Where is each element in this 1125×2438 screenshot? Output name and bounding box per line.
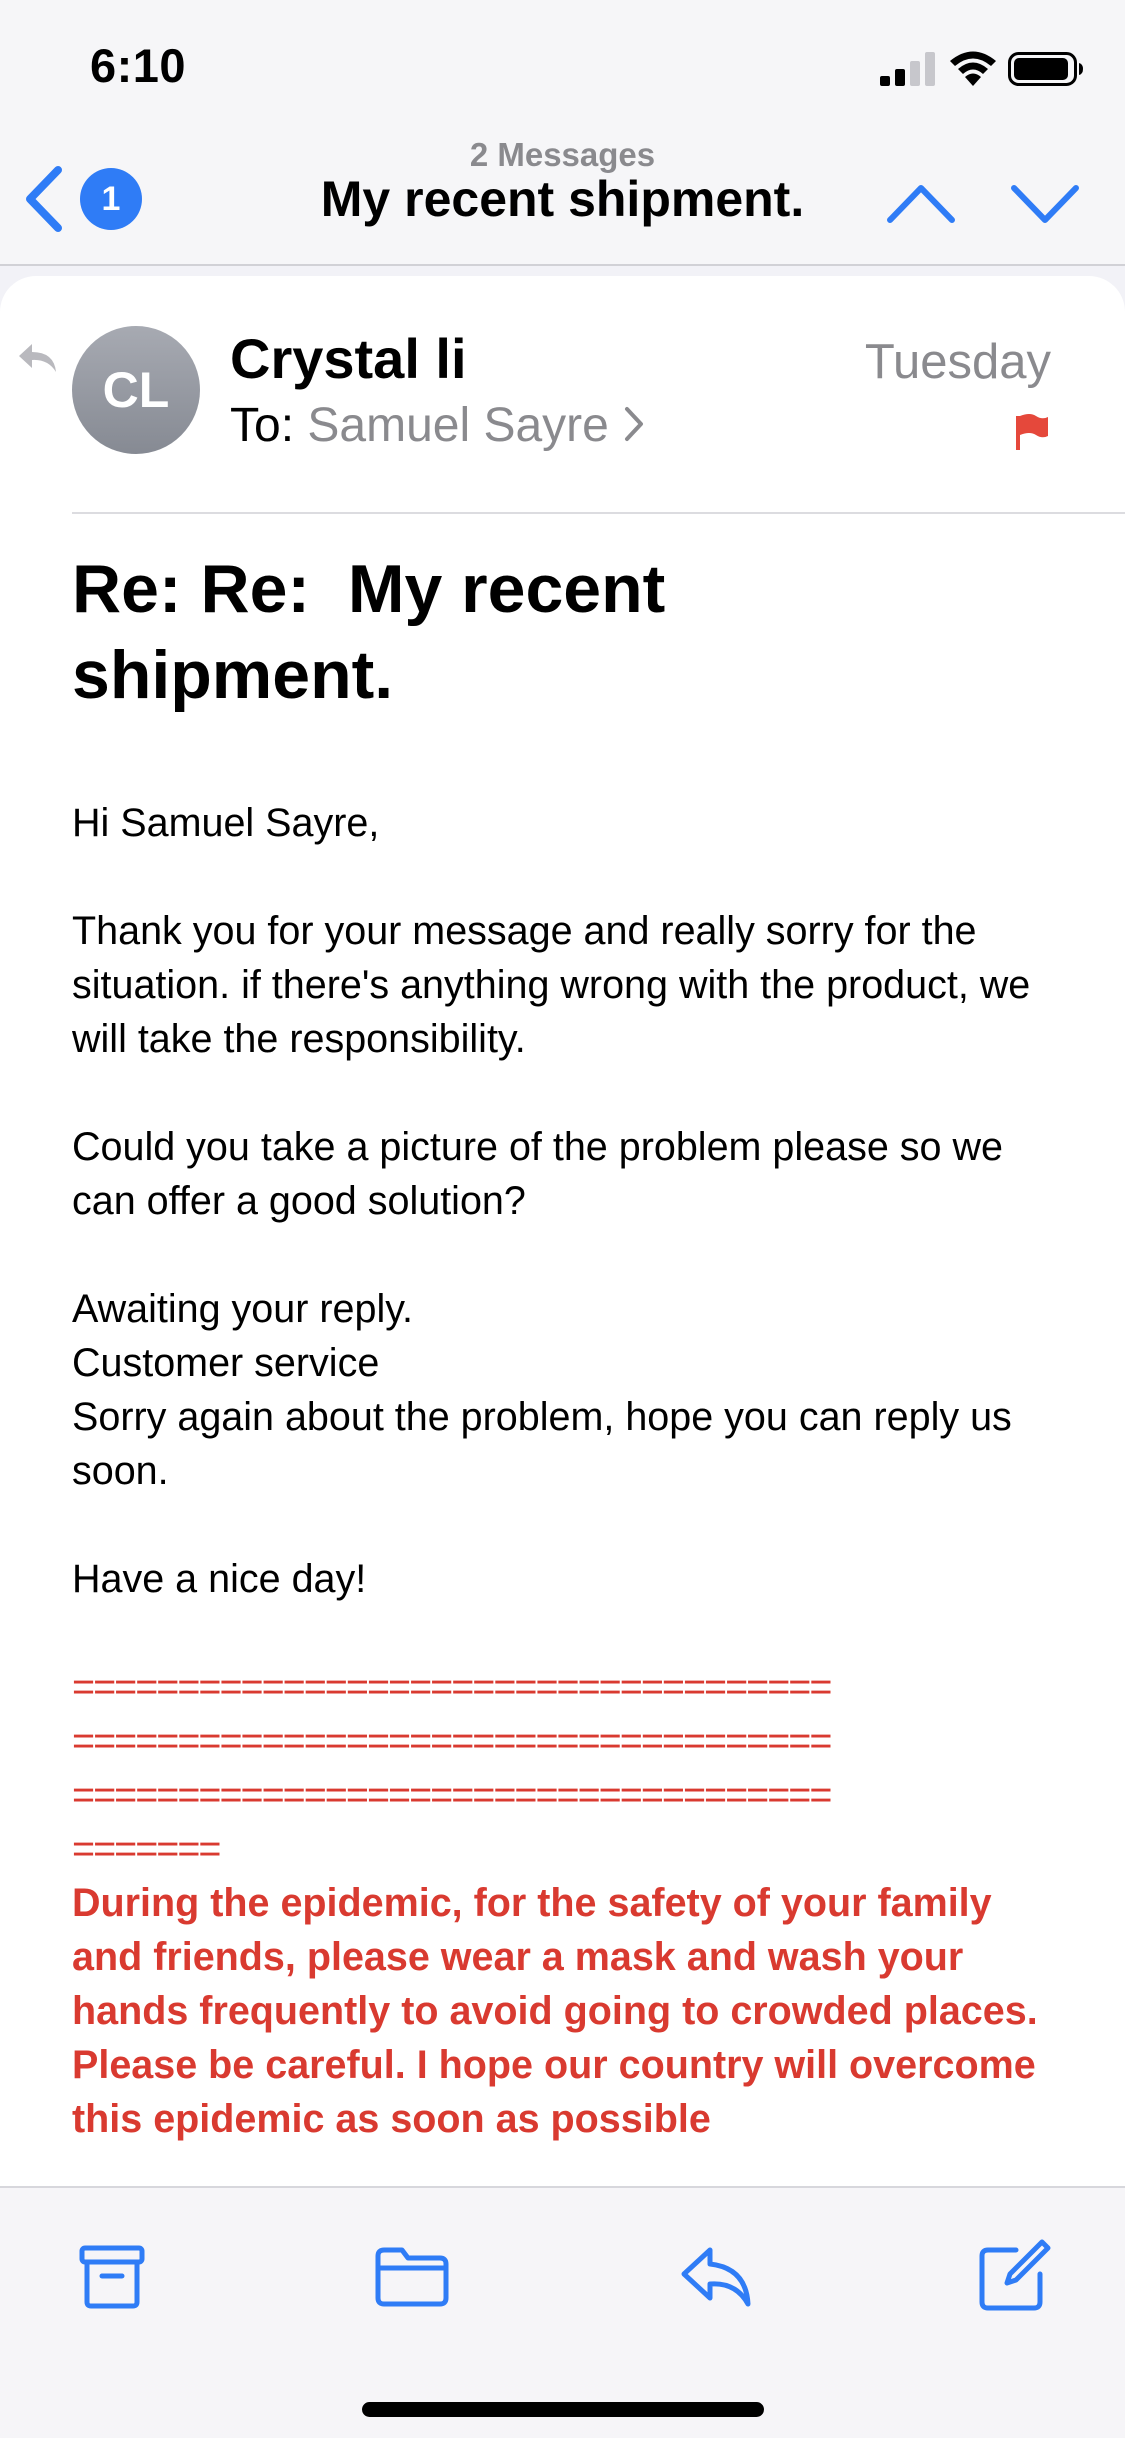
body-line: Sorry again about the problem, hope you … [72,1395,1012,1493]
status-time: 6:10 [90,39,187,92]
greeting: Hi Samuel Sayre, [72,801,380,845]
wifi-icon [950,51,996,86]
body-paragraph: Thank you for your message and really so… [72,909,1031,1061]
flag-icon [1016,414,1048,450]
sender-name[interactable]: Crystal li [230,326,467,391]
recipient-row[interactable]: To: Samuel Sayre [230,398,645,453]
body-paragraph: Could you take a picture of the problem … [72,1125,1003,1223]
epidemic-note: During the epidemic, for the safety of y… [72,1881,1038,2141]
message-card: CL Crystal li To: Samuel Sayre Tuesday R… [0,276,1125,2186]
compose-icon[interactable] [974,2236,1054,2316]
home-indicator[interactable] [362,2402,764,2417]
body-line: Customer service [72,1341,380,1385]
separator-line: ==================================== [72,1773,832,1817]
sign-off: Have a nice day! [72,1557,367,1601]
chevron-right-icon [624,407,643,442]
thread-title: My recent shipment. [320,171,805,227]
header-divider [72,512,1125,514]
message-body: Hi Samuel Sayre, Thank you for your mess… [72,796,1072,2146]
nav-bar: 1 2 Messages My recent shipment. [0,132,1125,266]
message-date: Tuesday [864,335,1051,389]
recipient-name[interactable]: Samuel Sayre [307,399,608,452]
avatar[interactable]: CL [72,326,200,454]
separator-line: ======= [72,1827,221,1871]
message-count: 2 Messages [469,136,656,173]
archive-icon[interactable] [72,2236,152,2316]
reply-icon[interactable] [676,2236,756,2316]
separator-line: ==================================== [72,1719,832,1763]
chevron-down-icon[interactable] [1010,168,1080,238]
folder-icon[interactable] [372,2236,452,2316]
message-subject: Re: Re: My recent shipment. [72,551,685,713]
bottom-toolbar [0,2186,1125,2438]
body-line: Awaiting your reply. [72,1287,414,1331]
cellular-signal-icon [880,52,935,86]
separator-line: ==================================== [72,1665,832,1709]
battery-icon [1008,52,1083,86]
replied-indicator-icon [19,344,56,372]
status-bar: 6:10 [0,0,1125,132]
chevron-up-icon[interactable] [886,168,956,238]
to-label: To: [230,399,308,452]
